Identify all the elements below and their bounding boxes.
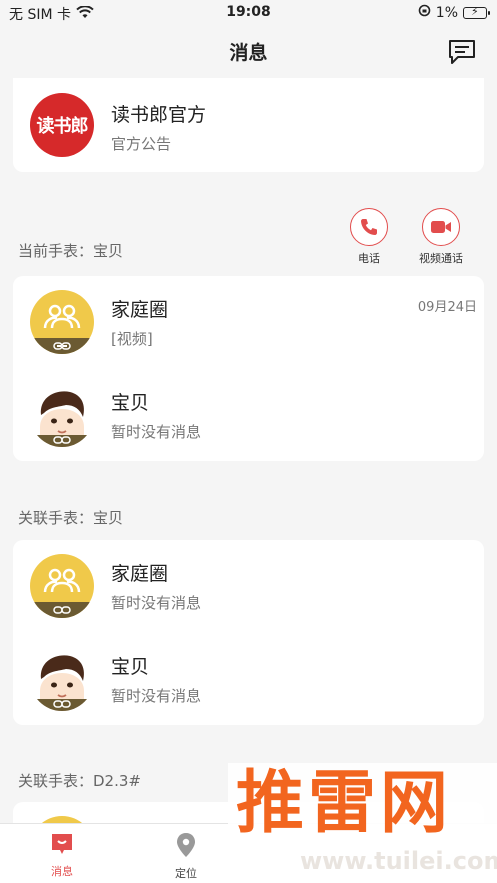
family-circle-title: 家庭圈 [111, 299, 169, 321]
message-icon [49, 832, 75, 860]
video-call-label: 视频通话 [419, 252, 463, 265]
child-avatar-icon [30, 647, 94, 711]
video-call-button[interactable]: 视频通话 [411, 208, 471, 266]
list-item-family-circle[interactable]: 家庭圈 暂时没有消息 [13, 540, 484, 632]
linked-watch-label-1: 关联手表：宝贝 [18, 509, 124, 527]
watermark-url: www.tuilei.com [300, 847, 497, 875]
family-circle-date: 09月24日 [417, 300, 477, 315]
family-circle-subtitle: [视频] [111, 330, 153, 348]
official-logo: 读书郎 [30, 93, 94, 157]
nav-bar: 消息 [0, 26, 497, 76]
baby-title: 宝贝 [111, 392, 150, 414]
tab-messages[interactable]: 消息 [22, 832, 102, 879]
phone-icon [350, 208, 388, 246]
baby-subtitle: 暂时没有消息 [111, 423, 202, 441]
tab-location[interactable]: 定位 [146, 832, 226, 881]
child-avatar-icon [30, 383, 94, 447]
linked-watch-card-1: 家庭圈 暂时没有消息 宝贝 暂时没有消息 [13, 540, 484, 725]
current-watch-label: 当前手表：宝贝 [18, 242, 124, 260]
chat-bubble-icon[interactable] [447, 38, 477, 66]
orientation-lock-icon [418, 4, 431, 21]
family-group-icon [30, 290, 94, 354]
official-title: 读书郎官方 [111, 104, 207, 126]
status-right: 1% ⚡ [418, 4, 490, 21]
baby-title: 宝贝 [111, 656, 150, 678]
video-camera-icon [422, 208, 460, 246]
baby-subtitle: 暂时没有消息 [111, 687, 202, 705]
location-pin-icon [175, 832, 197, 862]
list-item-baby[interactable]: 宝贝 暂时没有消息 [13, 369, 484, 461]
call-label: 电话 [358, 252, 380, 265]
official-subtitle: 官方公告 [111, 135, 172, 153]
list-item-family-circle[interactable]: 家庭圈 [视频] 09月24日 [13, 276, 484, 368]
list-item-baby[interactable]: 宝贝 暂时没有消息 [13, 633, 484, 725]
status-bar: 无 SIM 卡 19:08 1% ⚡ [0, 0, 497, 26]
battery-percent: 1% [435, 4, 458, 21]
family-circle-subtitle: 暂时没有消息 [111, 594, 202, 612]
tab-messages-label: 消息 [51, 865, 73, 878]
tab-location-label: 定位 [175, 867, 197, 880]
official-logo-text: 读书郎 [36, 116, 89, 137]
battery-icon: ⚡ [463, 5, 490, 19]
watermark-overlay: 推雷网 www.tuilei.com [228, 763, 497, 883]
call-button[interactable]: 电话 [339, 208, 399, 266]
current-watch-card: 家庭圈 [视频] 09月24日 宝贝 暂时没有消息 [13, 276, 484, 461]
watermark-brand: 推雷网 [236, 764, 453, 843]
family-group-icon [30, 554, 94, 618]
linked-watch-label-2: 关联手表：D2.3# [18, 772, 141, 790]
official-card[interactable]: 读书郎 读书郎官方 官方公告 [13, 78, 484, 172]
family-circle-title: 家庭圈 [111, 563, 169, 585]
page-title: 消息 [229, 42, 268, 64]
